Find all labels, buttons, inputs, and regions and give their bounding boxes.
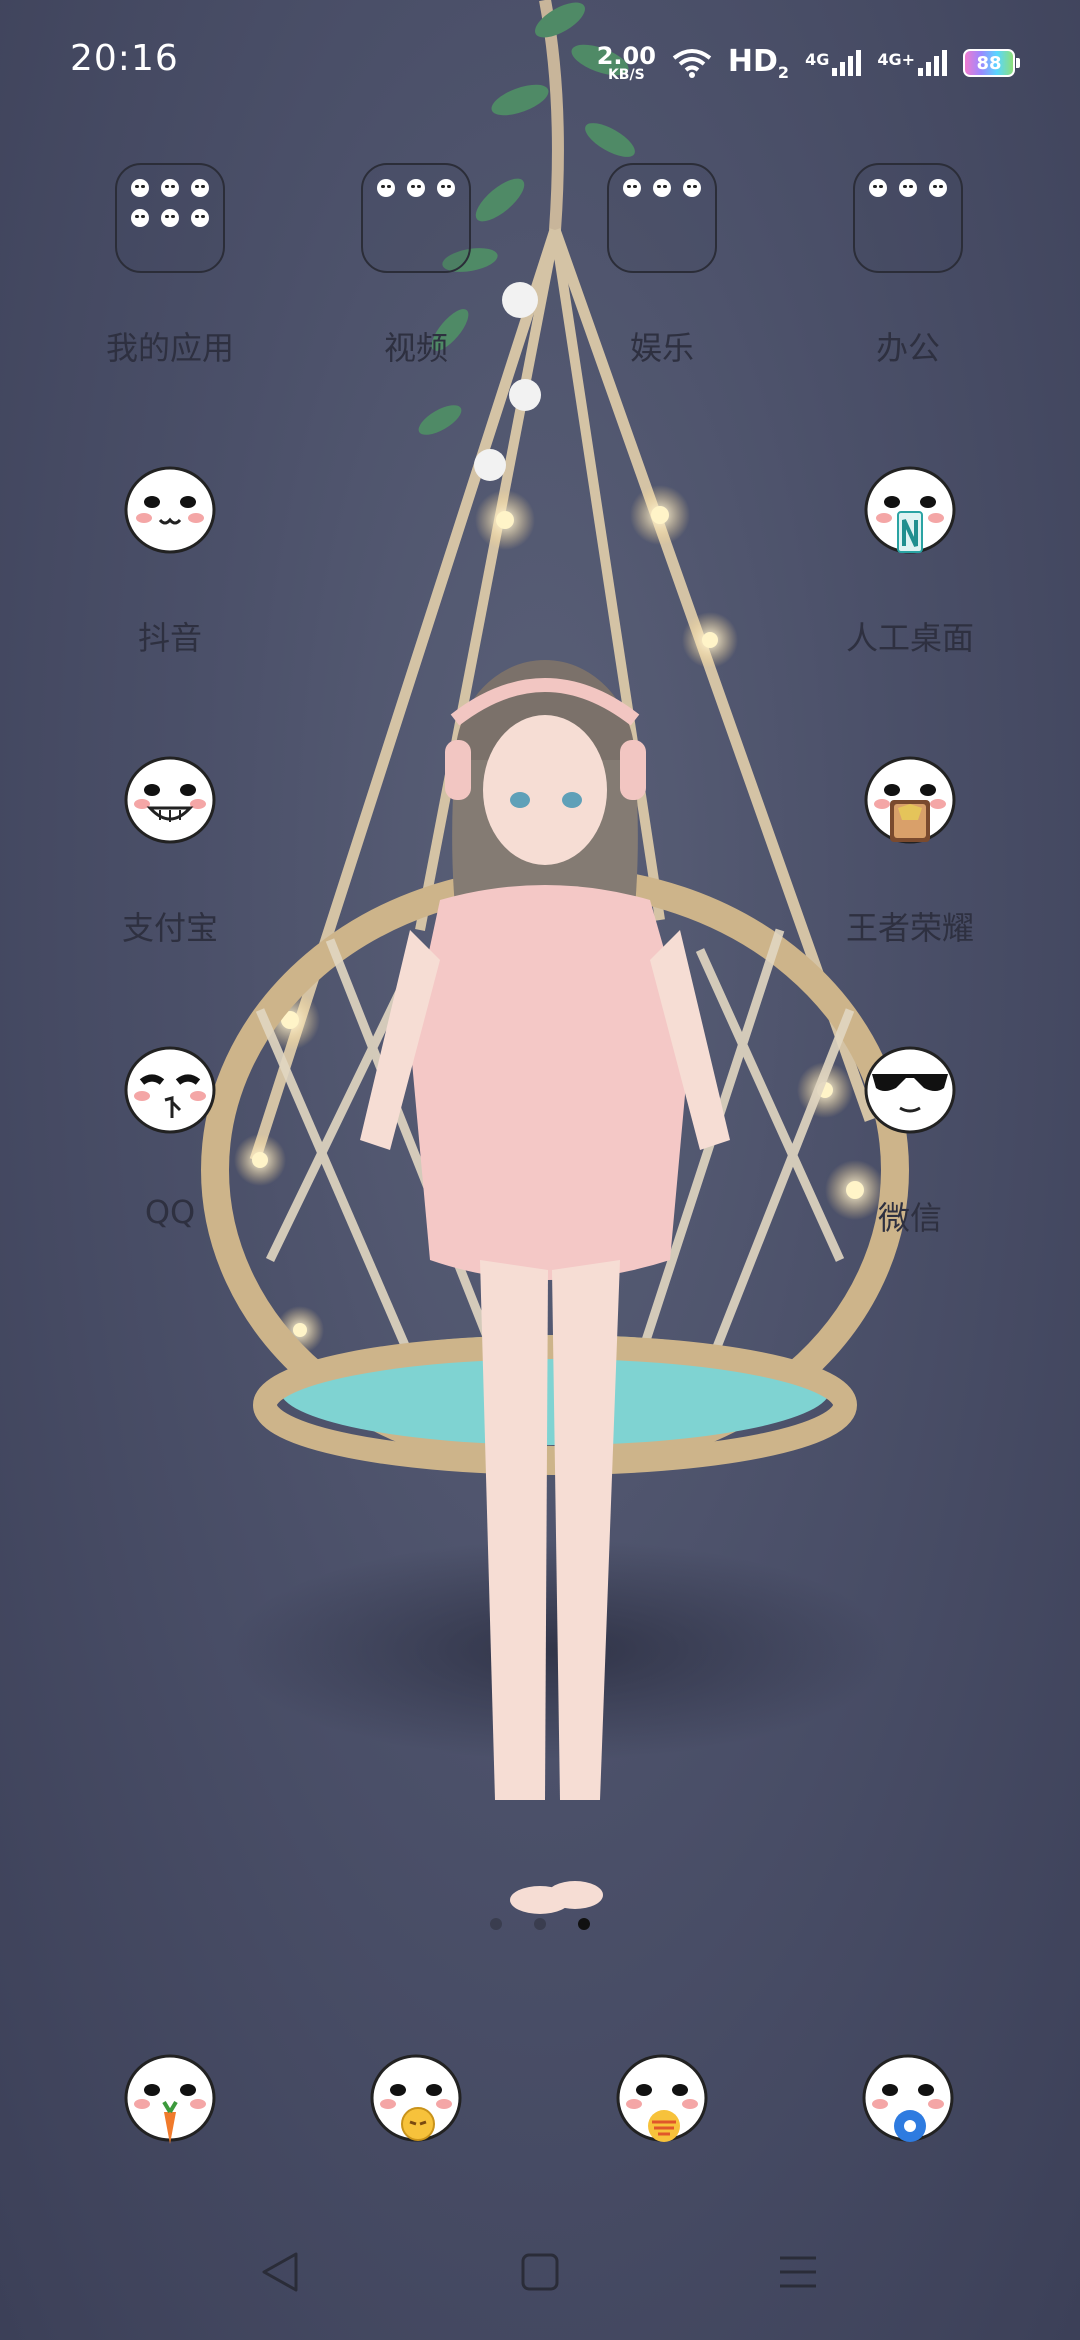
wifi-icon [672, 49, 712, 78]
folder-label: 娱乐 [629, 329, 694, 367]
mini-app-icon [683, 179, 701, 197]
menu-icon [780, 2256, 816, 2288]
signal-label-1: 4G [805, 50, 830, 69]
mini-app-icon [899, 179, 917, 197]
status-time: 20:16 [70, 38, 179, 79]
dock-app-disc-icon[interactable] [858, 2050, 958, 2150]
network-speed-unit: KB/S [607, 67, 645, 83]
folder-icon[interactable] [853, 163, 963, 273]
mini-app-icon [191, 209, 209, 227]
folder-wo-de-ying-yong[interactable] [115, 163, 225, 273]
app-label: 微信 [877, 1199, 942, 1237]
dock-app-stack-icon[interactable] [612, 2050, 712, 2150]
wechat-app-icon[interactable] [860, 1040, 960, 1140]
battery-icon: 88 [963, 49, 1020, 77]
hd-voice-icon: HD2 [728, 44, 789, 82]
mini-app-icon [929, 179, 947, 197]
page-dot[interactable] [490, 1918, 502, 1930]
page-dot-active[interactable] [578, 1918, 590, 1930]
dock-app-emoji-icon[interactable] [366, 2050, 466, 2150]
page-indicator[interactable] [490, 1918, 590, 1930]
douyin-app-icon[interactable] [120, 460, 220, 560]
folder-label: 办公 [875, 329, 940, 367]
mini-app-icon [869, 179, 887, 197]
recents-button[interactable] [778, 2252, 818, 2292]
signal-icon-1: 4G [805, 50, 862, 76]
folder-label: 我的应用 [105, 329, 234, 367]
mini-app-icon [623, 179, 641, 197]
folder-yu-le[interactable] [607, 163, 717, 273]
mini-app-icon [191, 179, 209, 197]
hd-label: HD [727, 44, 778, 79]
status-icons: 2.00 KB/S HD2 4G 4G+ 88 [597, 44, 1020, 82]
hd-sub: 2 [777, 63, 790, 82]
app-label: QQ [144, 1193, 196, 1231]
page-dot[interactable] [534, 1918, 546, 1930]
mini-app-icon [131, 179, 149, 197]
battery-level: 88 [976, 52, 1002, 74]
qq-app-icon[interactable] [120, 1040, 220, 1140]
app-label: 支付宝 [121, 909, 218, 947]
network-speed-value: 2.00 [596, 42, 656, 70]
signal-label-2: 4G+ [877, 50, 915, 69]
folder-ban-gong[interactable] [853, 163, 963, 273]
mini-app-icon [161, 209, 179, 227]
folder-icon[interactable] [115, 163, 225, 273]
folder-icon[interactable] [361, 163, 471, 273]
folder-label: 视频 [383, 329, 448, 367]
mini-app-icon [161, 179, 179, 197]
home-button[interactable] [520, 2252, 560, 2292]
folder-icon[interactable] [607, 163, 717, 273]
mini-app-icon [653, 179, 671, 197]
app-label: 王者荣耀 [845, 909, 974, 947]
mini-app-icon [437, 179, 455, 197]
alipay-app-icon[interactable] [120, 750, 220, 850]
app-label: 人工桌面 [845, 619, 974, 657]
app-label: 抖音 [137, 619, 202, 657]
ren-gong-zhuo-mian-app-icon[interactable] [860, 460, 960, 560]
mini-app-icon [407, 179, 425, 197]
back-button[interactable] [258, 2250, 302, 2294]
home-icon [521, 2253, 559, 2291]
mini-app-icon [131, 209, 149, 227]
signal-icon-2: 4G+ [877, 50, 947, 76]
honor-of-kings-app-icon[interactable] [860, 750, 960, 850]
folder-shi-pin[interactable] [361, 163, 471, 273]
back-icon [262, 2252, 298, 2292]
mini-app-icon [377, 179, 395, 197]
network-speed: 2.00 KB/S [597, 44, 656, 82]
dock-app-carrot-icon[interactable] [120, 2050, 220, 2150]
